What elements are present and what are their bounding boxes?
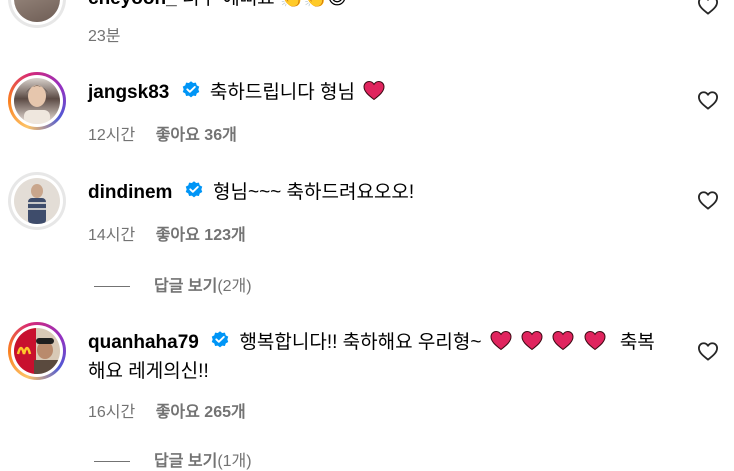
red-heart-emoji-icon bbox=[521, 330, 543, 351]
comment-meta: 16시간 좋아요 265개 bbox=[88, 398, 246, 422]
avatar[interactable] bbox=[8, 322, 66, 380]
verified-badge-icon bbox=[185, 181, 202, 198]
heart-outline-icon[interactable] bbox=[697, 190, 719, 210]
view-replies-count: (1개) bbox=[217, 453, 252, 470]
comment-text-continued: 축복 bbox=[619, 332, 655, 353]
view-replies-button[interactable]: 답글 보기(2개) bbox=[94, 272, 252, 296]
comment-text: 너무 예뻐요 bbox=[182, 0, 275, 9]
comment-text-line2: 해요 레게의신!! bbox=[88, 361, 209, 382]
comment-text: 행복합니다!! 축하해요 우리형~ bbox=[239, 332, 482, 353]
comment-text: 형님~~~ 축하드려요오오! bbox=[213, 182, 415, 203]
timestamp: 16시간 bbox=[88, 404, 136, 421]
avatar[interactable] bbox=[8, 172, 66, 230]
username[interactable]: dindinem bbox=[88, 182, 172, 203]
heart-outline-icon[interactable] bbox=[697, 341, 719, 361]
comment-meta: 23분 bbox=[88, 22, 121, 46]
comment-text: 축하드립니다 형님 bbox=[209, 82, 356, 103]
verified-badge-icon bbox=[182, 81, 199, 98]
view-replies-label: 답글 보기 bbox=[154, 453, 218, 470]
comment-meta: 12시간 좋아요 36개 bbox=[88, 121, 237, 145]
username[interactable]: jangsk83 bbox=[88, 82, 169, 103]
avatar[interactable] bbox=[8, 0, 66, 28]
view-replies-label: 답글 보기 bbox=[154, 278, 218, 295]
view-replies-count: (2개) bbox=[217, 278, 252, 295]
timestamp: 23분 bbox=[88, 28, 121, 45]
username[interactable]: cheyoon_ bbox=[88, 0, 177, 9]
verified-badge-icon bbox=[211, 331, 229, 348]
heart-outline-icon[interactable] bbox=[697, 90, 719, 110]
red-heart-emoji-icon bbox=[552, 330, 574, 351]
red-heart-emoji-icon bbox=[584, 330, 606, 351]
emoji-text: 👏👏😍 bbox=[280, 0, 347, 9]
like-count[interactable]: 좋아요 265개 bbox=[156, 404, 246, 421]
username[interactable]: quanhaha79 bbox=[88, 332, 199, 353]
red-heart-emoji-icon bbox=[490, 330, 512, 351]
timestamp: 14시간 bbox=[88, 227, 136, 244]
view-replies-button[interactable]: 답글 보기(1개) bbox=[94, 447, 252, 471]
divider bbox=[94, 461, 130, 463]
timestamp: 12시간 bbox=[88, 127, 136, 144]
comment-meta: 14시간 좋아요 123개 bbox=[88, 221, 246, 245]
like-count[interactable]: 좋아요 123개 bbox=[156, 227, 246, 244]
avatar[interactable] bbox=[8, 72, 66, 130]
heart-outline-icon[interactable] bbox=[697, 0, 719, 15]
divider bbox=[94, 286, 130, 288]
red-heart-emoji-icon bbox=[363, 80, 385, 101]
like-count[interactable]: 좋아요 36개 bbox=[156, 127, 237, 144]
